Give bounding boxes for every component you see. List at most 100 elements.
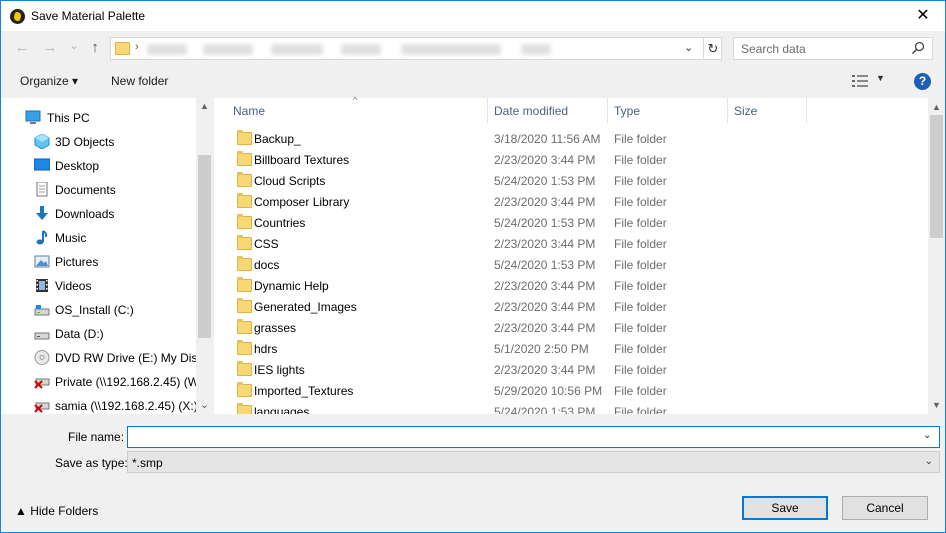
breadcrumb-segment[interactable] bbox=[521, 44, 551, 55]
file-date: 5/24/2020 1:53 PM bbox=[494, 405, 596, 414]
save-as-type-select[interactable]: *.smp ⌄ bbox=[127, 451, 940, 473]
up-arrow-icon[interactable]: ↑ bbox=[86, 39, 104, 57]
folder-icon bbox=[237, 403, 252, 414]
sidebar-item-label: This PC bbox=[47, 111, 90, 125]
file-name-label: File name: bbox=[68, 430, 125, 444]
column-divider[interactable] bbox=[806, 98, 807, 123]
title-bar: Save Material Palette ✕ bbox=[1, 1, 945, 31]
table-row[interactable]: Generated_Images 2/23/2020 3:44 PM File fo… bbox=[214, 297, 928, 318]
breadcrumb-segment[interactable] bbox=[203, 44, 253, 55]
file-type: File folder bbox=[614, 132, 667, 146]
cancel-button[interactable]: Cancel bbox=[842, 496, 928, 520]
file-name: Countries bbox=[254, 216, 306, 230]
scroll-down-icon[interactable]: ▼ bbox=[928, 400, 945, 410]
recent-locations-icon[interactable]: ⌄ bbox=[65, 37, 83, 55]
sidebar-item-samia-share[interactable]: samia (\\192.168.2.45) (X:) bbox=[1, 395, 196, 417]
sidebar-item-music[interactable]: Music bbox=[1, 227, 196, 249]
table-row[interactable]: docs 5/24/2020 1:53 PM File folder bbox=[214, 255, 928, 276]
app-logo-icon bbox=[10, 9, 25, 24]
table-row[interactable]: Countries 5/24/2020 1:53 PM File folder bbox=[214, 213, 928, 234]
scrollbar-thumb[interactable] bbox=[930, 115, 943, 238]
file-list-pane: ^ Name Date modified Type Size Backup_ 3/… bbox=[214, 95, 945, 414]
file-type: File folder bbox=[614, 237, 667, 251]
sidebar-item-label: OS_Install (C:) bbox=[55, 303, 134, 317]
file-type: File folder bbox=[614, 174, 667, 188]
table-row[interactable]: Billboard Textures 2/23/2020 3:44 PM File … bbox=[214, 150, 928, 171]
table-row[interactable]: grasses 2/23/2020 3:44 PM File folder bbox=[214, 318, 928, 339]
column-divider[interactable] bbox=[727, 98, 728, 123]
sidebar-item-data-drive[interactable]: Data (D:) bbox=[1, 323, 196, 345]
file-name: Generated_Images bbox=[254, 300, 357, 314]
view-dropdown-icon[interactable]: ▼ bbox=[876, 73, 885, 83]
breadcrumb-segment[interactable] bbox=[341, 44, 381, 55]
sidebar-item-3d-objects[interactable]: 3D Objects bbox=[1, 131, 196, 153]
file-name: docs bbox=[254, 258, 280, 272]
folder-icon bbox=[237, 361, 252, 376]
scroll-down-icon[interactable]: ⌄ bbox=[196, 398, 213, 411]
table-row[interactable]: Backup_ 3/18/2020 11:56 AM File folder bbox=[214, 129, 928, 150]
back-arrow-icon[interactable]: ← bbox=[13, 39, 31, 57]
column-header-name[interactable]: Name bbox=[233, 98, 488, 123]
search-icon[interactable] bbox=[911, 41, 925, 55]
save-button[interactable]: Save bbox=[742, 496, 828, 520]
file-date: 2/23/2020 3:44 PM bbox=[494, 300, 596, 314]
close-icon[interactable]: ✕ bbox=[901, 1, 945, 31]
help-icon[interactable]: ? bbox=[914, 73, 931, 90]
save-as-type-value: *.smp bbox=[132, 456, 163, 470]
address-bar[interactable]: › ⌄ ↻ bbox=[110, 37, 722, 60]
scrollbar-thumb[interactable] bbox=[198, 155, 211, 338]
column-divider[interactable] bbox=[607, 98, 608, 123]
chevron-down-icon[interactable]: ⌄ bbox=[923, 430, 931, 441]
file-date: 2/23/2020 3:44 PM bbox=[494, 237, 596, 251]
search-box[interactable]: Search data bbox=[733, 37, 933, 60]
sidebar-item-os-install[interactable]: OS_Install (C:) bbox=[1, 299, 196, 321]
file-name: languages bbox=[254, 405, 310, 414]
column-header-date-modified[interactable]: Date modified bbox=[494, 98, 607, 123]
table-row[interactable]: hdrs 5/1/2020 2:50 PM File folder bbox=[214, 339, 928, 360]
table-row[interactable]: Imported_Textures 5/29/2020 10:56 PM File … bbox=[214, 381, 928, 402]
sidebar-item-dvd-drive[interactable]: DVD RW Drive (E:) My Disc bbox=[1, 347, 196, 369]
table-row[interactable]: Composer Library 2/23/2020 3:44 PM File fo… bbox=[214, 192, 928, 213]
refresh-icon[interactable]: ↻ bbox=[703, 38, 722, 59]
table-row[interactable]: IES lights 2/23/2020 3:44 PM File folder bbox=[214, 360, 928, 381]
breadcrumb-segment[interactable] bbox=[401, 44, 501, 55]
drive-icon bbox=[34, 332, 50, 340]
file-name-input[interactable] bbox=[127, 426, 940, 448]
file-name: Dynamic Help bbox=[254, 279, 329, 293]
breadcrumb-segment[interactable] bbox=[271, 44, 323, 55]
sidebar-item-documents[interactable]: Documents bbox=[1, 179, 196, 201]
column-header-type[interactable]: Type bbox=[614, 98, 727, 123]
column-header-size[interactable]: Size bbox=[734, 98, 804, 123]
view-options-icon[interactable] bbox=[852, 75, 868, 87]
organize-button[interactable]: Organize ▾ bbox=[20, 74, 78, 88]
sidebar-scrollbar[interactable]: ▲ ⌄ bbox=[196, 98, 213, 414]
sidebar-item-pictures[interactable]: Pictures bbox=[1, 251, 196, 273]
breadcrumb-segment[interactable] bbox=[147, 44, 187, 55]
table-row[interactable]: languages 5/24/2020 1:53 PM File folder bbox=[214, 402, 928, 414]
forward-arrow-icon[interactable]: → bbox=[41, 39, 59, 57]
sidebar-item-desktop[interactable]: Desktop bbox=[1, 155, 196, 177]
hide-folders-button[interactable]: ▲ Hide Folders bbox=[15, 504, 98, 518]
pictures-icon bbox=[34, 255, 50, 268]
scroll-up-icon[interactable]: ▲ bbox=[196, 101, 213, 111]
sidebar-item-downloads[interactable]: Downloads bbox=[1, 203, 196, 225]
chevron-down-icon[interactable]: ⌄ bbox=[925, 456, 933, 467]
sidebar-item-this-pc[interactable]: This PC bbox=[1, 107, 196, 129]
file-name: Backup_ bbox=[254, 132, 301, 146]
desktop-icon bbox=[34, 158, 50, 171]
search-input[interactable]: Search data bbox=[741, 42, 806, 56]
chevron-down-icon[interactable]: ⌄ bbox=[684, 41, 693, 54]
file-list-scrollbar[interactable]: ▲ ▼ bbox=[928, 98, 945, 414]
column-divider[interactable] bbox=[487, 98, 488, 123]
sidebar-item-label: Desktop bbox=[55, 159, 100, 173]
table-row[interactable]: Cloud Scripts 5/24/2020 1:53 PM File folde… bbox=[214, 171, 928, 192]
sidebar-item-videos[interactable]: Videos bbox=[1, 275, 196, 297]
new-folder-button[interactable]: New folder bbox=[111, 74, 168, 88]
sidebar-item-private-share[interactable]: Private (\\192.168.2.45) (W: bbox=[1, 371, 196, 393]
videos-icon bbox=[36, 279, 48, 292]
table-row[interactable]: CSS 2/23/2020 3:44 PM File folder bbox=[214, 234, 928, 255]
file-type: File folder bbox=[614, 153, 667, 167]
scroll-up-icon[interactable]: ▲ bbox=[928, 102, 945, 112]
table-row[interactable]: Dynamic Help 2/23/2020 3:44 PM File folder bbox=[214, 276, 928, 297]
folder-icon bbox=[237, 298, 252, 313]
